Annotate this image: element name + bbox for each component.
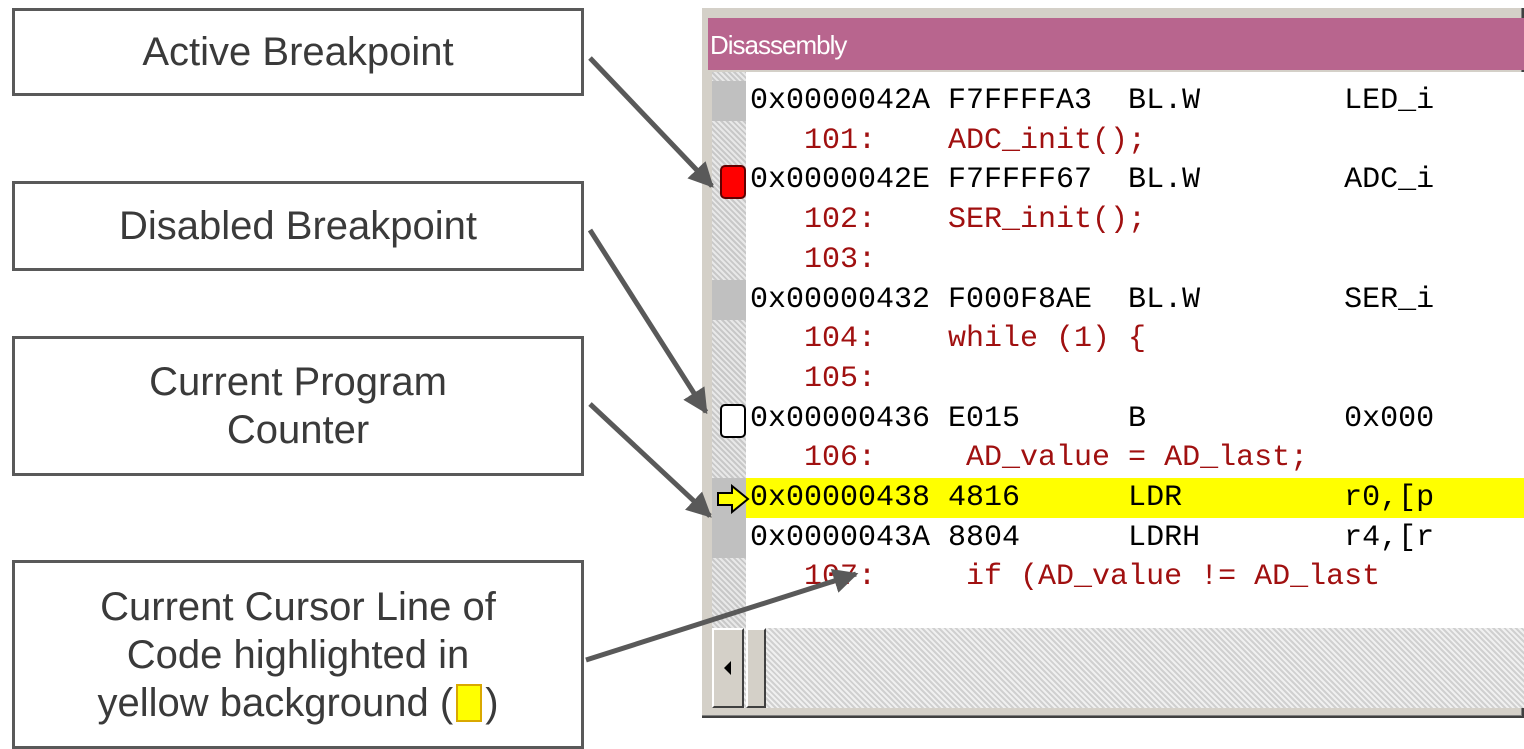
current-cursor-line[interactable]: 0x00000438 4816 LDR r0,[p <box>712 478 1524 518</box>
source-line[interactable]: 104: while (1) { <box>712 319 1524 359</box>
gutter-cell[interactable] <box>712 280 746 320</box>
arrow-active-breakpoint <box>588 56 714 188</box>
yellow-swatch-icon <box>456 683 483 722</box>
gutter-cell[interactable] <box>712 478 750 518</box>
line-code: 0x00000438 4816 LDR r0,[p <box>750 481 1435 515</box>
line-code: 0x0000042E F7FFFF67 BL.W ADC_i <box>750 163 1435 197</box>
horizontal-scrollbar[interactable] <box>712 628 1524 708</box>
gutter-cell[interactable] <box>712 518 746 558</box>
scroll-left-button[interactable] <box>712 628 744 708</box>
callout-active-breakpoint: Active Breakpoint <box>12 8 584 96</box>
scroll-thumb[interactable] <box>746 628 766 708</box>
line-code: 103: <box>750 243 877 277</box>
callout-current-pc-text: Current Program Counter <box>149 360 447 452</box>
callout-disabled-breakpoint: Disabled Breakpoint <box>12 181 584 271</box>
scroll-left-arrow-icon <box>724 661 731 675</box>
source-line[interactable]: 106: AD_value = AD_last; <box>712 438 1524 478</box>
gutter-cell[interactable] <box>712 81 746 121</box>
callout-current-pc: Current Program Counter <box>12 336 584 476</box>
disabled-breakpoint-icon[interactable] <box>720 404 746 438</box>
gutter-cell[interactable] <box>712 399 746 439</box>
line-code: 107: if (AD_value != AD_last <box>750 560 1381 594</box>
line-code: 0x0000042A F7FFFFA3 BL.W LED_i <box>750 84 1435 118</box>
callout-cursor-line-text-post: ) <box>485 680 499 725</box>
callout-active-breakpoint-text: Active Breakpoint <box>142 30 454 74</box>
source-line[interactable]: 107: if (AD_value != AD_last <box>712 557 1524 597</box>
source-line[interactable]: 105: <box>712 359 1524 399</box>
callout-disabled-breakpoint-text: Disabled Breakpoint <box>119 204 477 248</box>
program-counter-arrow-icon <box>717 484 750 514</box>
line-code: 102: SER_init(); <box>750 203 1147 237</box>
line-code: 105: <box>750 362 877 396</box>
gutter-cell[interactable] <box>712 121 746 161</box>
asm-line[interactable]: 0x0000042E F7FFFF67 BL.W ADC_i <box>712 160 1524 200</box>
source-line[interactable]: 103: <box>712 240 1524 280</box>
line-code: 0x00000432 F000F8AE BL.W SER_i <box>750 283 1435 317</box>
gutter-cell[interactable] <box>712 557 746 597</box>
gutter-cell[interactable] <box>712 319 746 359</box>
gutter-cell[interactable] <box>712 200 746 240</box>
active-breakpoint-icon[interactable] <box>720 165 746 199</box>
window-title: Disassembly <box>710 30 847 60</box>
asm-line[interactable]: 0x00000432 F000F8AE BL.W SER_i <box>712 280 1524 320</box>
asm-line[interactable]: 0x0000043A 8804 LDRH r4,[r <box>712 518 1524 558</box>
gutter-cell[interactable] <box>712 438 746 478</box>
callout-cursor-line-text: Current Cursor Line of Code highlighted … <box>87 583 508 727</box>
asm-line[interactable]: 0x0000042A F7FFFFA3 BL.W LED_i <box>712 81 1524 121</box>
source-line[interactable]: 101: ADC_init(); <box>712 121 1524 161</box>
arrow-current-pc <box>588 402 712 518</box>
line-code: 0x00000436 E015 B 0x000 <box>750 402 1435 436</box>
asm-line[interactable]: 0x00000436 E015 B 0x000 <box>712 399 1524 439</box>
source-line[interactable]: 102: SER_init(); <box>712 200 1524 240</box>
gutter-cell[interactable] <box>712 240 746 280</box>
callout-cursor-line-text-pre: Current Cursor Line of Code highlighted … <box>97 584 496 725</box>
window-titlebar[interactable]: Disassembly <box>708 18 1524 70</box>
line-code: 101: ADC_init(); <box>750 124 1147 158</box>
line-code: 0x0000043A 8804 LDRH r4,[r <box>750 521 1435 555</box>
line-code: 104: while (1) { <box>750 322 1147 356</box>
arrow-disabled-breakpoint <box>587 228 709 415</box>
line-code: 106: AD_value = AD_last; <box>750 441 1309 475</box>
callout-cursor-line: Current Cursor Line of Code highlighted … <box>12 560 584 749</box>
gutter-cell[interactable] <box>712 160 746 200</box>
gutter-cell[interactable] <box>712 359 746 399</box>
